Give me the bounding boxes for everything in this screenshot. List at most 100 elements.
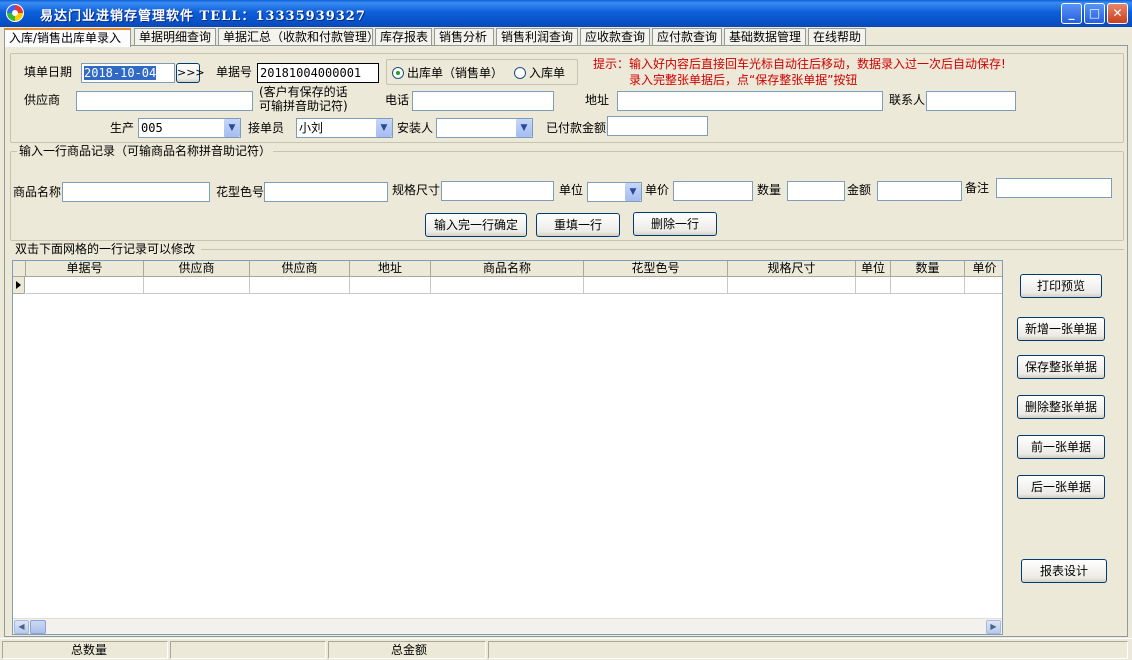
item-size-field[interactable] [441,181,554,201]
table-cell[interactable] [431,277,584,294]
tab-profit-query[interactable]: 销售利润查询 [496,28,578,46]
col-supplier[interactable]: 供应商 [144,261,250,277]
confirm-row-button[interactable]: 输入完一行确定 [425,213,527,237]
col-size[interactable]: 规格尺寸 [728,261,856,277]
save-doc-button[interactable]: 保存整张单据 [1017,355,1105,379]
total-qty-label: 总数量 [71,643,108,657]
table-cell[interactable] [350,277,431,294]
chevron-down-icon[interactable]: ▼ [375,119,392,137]
status-bar: 总数量 总金额 [0,638,1132,660]
contact-field[interactable] [926,91,1016,111]
items-grid[interactable]: 单据号 供应商 供应商 地址 商品名称 花型色号 规格尺寸 单位 数量 单价 ◀… [12,260,1003,635]
minimize-button[interactable]: _ [1061,3,1082,24]
item-entry-title: 输入一行商品记录（可输商品名称拼音助记符） [17,144,274,158]
total-qty-panel: 总数量 [2,641,168,659]
table-cell[interactable] [144,277,250,294]
item-note-field[interactable] [996,178,1112,198]
table-cell[interactable] [250,277,350,294]
item-entry-group: 输入一行商品记录（可输商品名称拼音助记符） 商品名称 花型色号 规格尺寸 单位 … [10,144,1124,241]
tab-base-data[interactable]: 基础数据管理 [724,28,806,46]
table-cell[interactable] [965,277,1002,294]
item-price-label: 单价 [645,183,670,197]
grid-divider [201,249,1124,250]
col-color-no[interactable]: 花型色号 [584,261,728,277]
item-price-field[interactable] [673,181,753,201]
col-price[interactable]: 单价 [965,261,1002,277]
col-supplier-2[interactable]: 供应商 [250,261,350,277]
scroll-left-icon[interactable]: ◀ [14,620,29,634]
tab-detail-query[interactable]: 单据明细查询 [134,28,216,46]
paid-amount-field[interactable] [607,116,708,136]
address-label: 地址 [585,93,610,107]
radio-unselected-icon [514,67,526,79]
doc-no-label: 单据号 [216,65,253,79]
tab-online-help[interactable]: 在线帮助 [808,28,866,46]
table-cell[interactable] [891,277,965,294]
total-amount-value-panel [488,641,1128,659]
horizontal-scrollbar[interactable]: ◀ ▶ [13,618,1002,634]
installer-label: 安装人 [397,121,434,135]
chevron-down-icon[interactable]: ▼ [515,119,532,137]
total-amount-label: 总金额 [391,643,428,657]
col-doc-no[interactable]: 单据号 [26,261,144,277]
radio-out-option[interactable]: 出库单（销售单） [392,66,503,80]
tab-inventory-report[interactable]: 库存报表 [375,28,432,46]
tab-strip: 入库/销售出库单录入 单据明细查询 单据汇总（收款和付款管理） 库存报表 销售分… [4,28,1128,47]
installer-combo[interactable]: ▼ [436,118,533,138]
date-picker-button[interactable]: >>> [176,63,205,83]
scroll-right-icon[interactable]: ▶ [986,620,1001,634]
tab-summary[interactable]: 单据汇总（收款和付款管理） [218,28,379,46]
delete-row-button[interactable]: 删除一行 [633,212,717,236]
paid-amount-label: 已付款金额 [546,121,607,135]
delete-doc-button[interactable]: 删除整张单据 [1017,395,1105,419]
item-color-field[interactable] [264,182,388,202]
new-doc-button[interactable]: 新增一张单据 [1017,317,1105,341]
item-unit-combo[interactable]: ▼ [587,182,642,202]
col-address[interactable]: 地址 [350,261,431,277]
item-amount-field[interactable] [877,181,962,201]
item-note-label: 备注 [965,181,990,195]
current-row-indicator-icon[interactable] [13,277,25,294]
contact-label: 联系人 [889,93,926,107]
tab-receivable[interactable]: 应收款查询 [580,28,650,46]
col-unit[interactable]: 单位 [856,261,891,277]
address-field[interactable] [617,91,883,111]
production-combo[interactable]: 005 ▼ [138,118,241,138]
tab-entry[interactable]: 入库/销售出库单录入 [4,28,131,47]
chevron-down-icon[interactable]: ▼ [624,183,641,201]
print-preview-button[interactable]: 打印预览 [1020,274,1102,298]
refill-row-button[interactable]: 重填一行 [536,213,620,237]
item-qty-field[interactable] [787,181,845,201]
maximize-button[interactable]: □ [1084,3,1105,24]
item-unit-label: 单位 [559,183,584,197]
date-field[interactable]: 2018-10-04 [81,63,175,83]
close-button[interactable]: ✕ [1107,3,1128,24]
table-cell[interactable] [584,277,728,294]
tab-sales-analysis[interactable]: 销售分析 [434,28,494,46]
title-bar: 易达门业进销存管理软件 TELL：13335939327 _ □ ✕ [0,0,1132,27]
next-doc-button[interactable]: 后一张单据 [1017,475,1105,499]
phone-field[interactable] [412,91,554,111]
receiver-combo[interactable]: 小刘 ▼ [296,118,393,138]
col-qty[interactable]: 数量 [891,261,965,277]
tab-payable[interactable]: 应付款查询 [652,28,722,46]
prev-doc-button[interactable]: 前一张单据 [1017,435,1105,459]
table-cell[interactable] [856,277,891,294]
entry-panel: 填单日期 2018-10-04 >>> 单据号 20181004000001 出… [4,45,1128,637]
supplier-field[interactable] [76,91,253,111]
item-qty-label: 数量 [757,183,782,197]
window-title: 易达门业进销存管理软件 TELL：13335939327 [40,9,366,24]
doc-no-field[interactable]: 20181004000001 [257,63,379,83]
scroll-thumb[interactable] [30,620,46,634]
app-logo-icon [6,4,24,22]
table-cell[interactable] [26,277,144,294]
report-design-button[interactable]: 报表设计 [1021,559,1107,583]
chevron-down-icon[interactable]: ▼ [223,119,240,137]
date-label: 填单日期 [24,65,73,79]
table-cell[interactable] [728,277,856,294]
item-color-label: 花型色号 [216,185,265,199]
item-name-field[interactable] [62,182,210,202]
col-item-name[interactable]: 商品名称 [431,261,584,277]
radio-in-option[interactable]: 入库单 [514,66,565,80]
item-size-label: 规格尺寸 [392,183,441,197]
